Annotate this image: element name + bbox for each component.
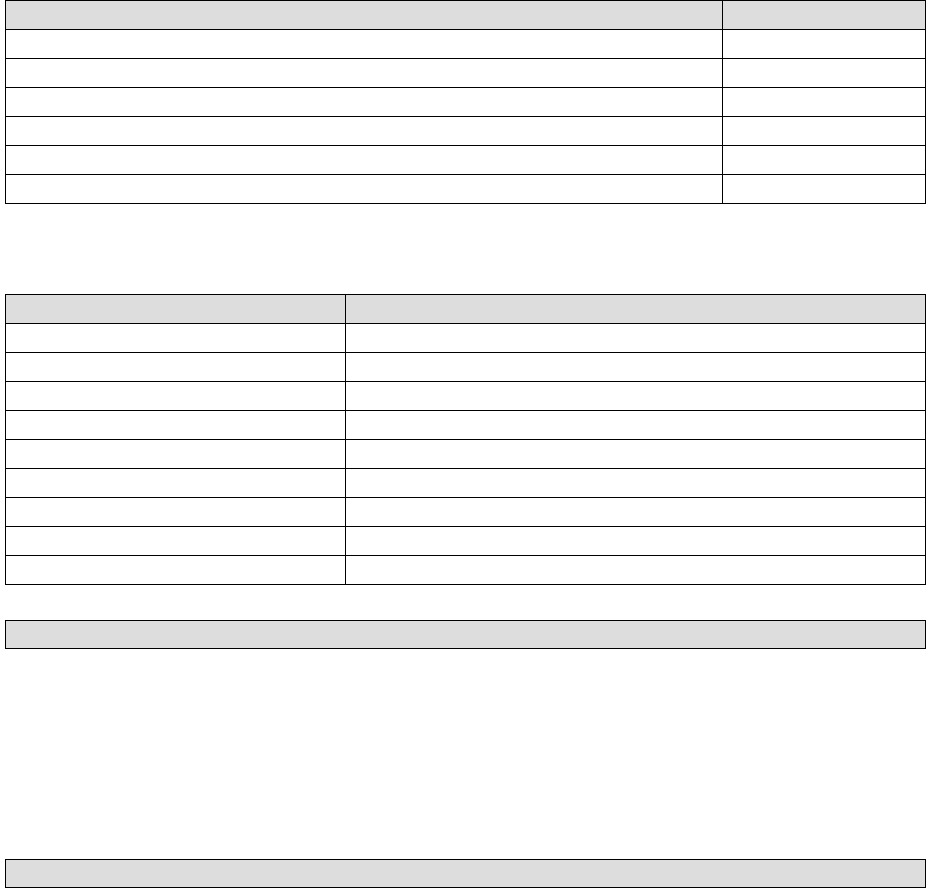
table-1 xyxy=(5,0,926,204)
table-row xyxy=(6,175,926,204)
table-row xyxy=(6,382,926,411)
table-row xyxy=(6,440,926,469)
table-cell xyxy=(723,117,926,146)
table-cell xyxy=(345,382,925,411)
table-row xyxy=(6,324,926,353)
table-row xyxy=(6,146,926,175)
table-header-cell xyxy=(723,1,926,30)
section-header-bar-2 xyxy=(5,859,926,888)
table-cell xyxy=(6,324,346,353)
table-header-cell xyxy=(6,295,346,324)
table-row-header xyxy=(6,295,926,324)
table-cell xyxy=(345,469,925,498)
table-cell xyxy=(345,411,925,440)
table-cell xyxy=(6,411,346,440)
table-row-header xyxy=(6,1,926,30)
table-cell xyxy=(345,556,925,585)
table-cell xyxy=(6,382,346,411)
table-row xyxy=(6,469,926,498)
table-cell xyxy=(345,527,925,556)
table-cell xyxy=(723,30,926,59)
section-header-bar-1 xyxy=(5,620,926,649)
table-cell xyxy=(6,88,723,117)
table-cell xyxy=(6,146,723,175)
table-row xyxy=(6,527,926,556)
table-cell xyxy=(6,556,346,585)
table-cell xyxy=(6,117,723,146)
table-cell xyxy=(6,440,346,469)
table-cell xyxy=(345,498,925,527)
table-row xyxy=(6,88,926,117)
table-cell xyxy=(6,175,723,204)
table-cell xyxy=(723,175,926,204)
table-cell xyxy=(6,498,346,527)
table-cell xyxy=(345,353,925,382)
table-row xyxy=(6,353,926,382)
table-header-cell xyxy=(6,1,723,30)
table-cell xyxy=(723,88,926,117)
table-cell xyxy=(6,527,346,556)
table-cell xyxy=(6,469,346,498)
table-row xyxy=(6,556,926,585)
table-cell xyxy=(6,59,723,88)
table-cell xyxy=(6,30,723,59)
table-cell xyxy=(345,324,925,353)
table-row xyxy=(6,59,926,88)
table-row xyxy=(6,498,926,527)
table-row xyxy=(6,117,926,146)
table-cell xyxy=(723,59,926,88)
table-cell xyxy=(723,146,926,175)
table-cell xyxy=(6,353,346,382)
table-cell xyxy=(345,440,925,469)
table-row xyxy=(6,411,926,440)
table-row xyxy=(6,30,926,59)
table-header-cell xyxy=(345,295,925,324)
table-2 xyxy=(5,294,926,585)
